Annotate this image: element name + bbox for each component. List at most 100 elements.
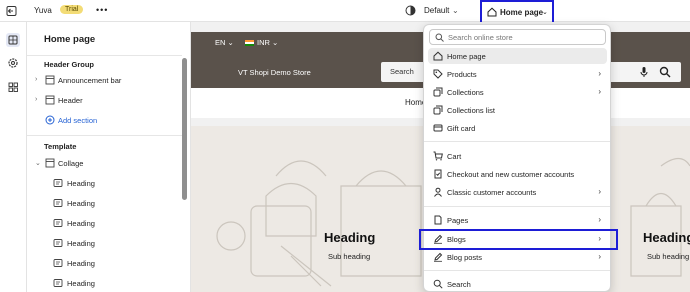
hero-subheading[interactable]: Sub heading: [647, 252, 689, 261]
menu-search-placeholder: Search online store: [448, 33, 513, 42]
sidebar-item-heading[interactable]: Heading: [35, 197, 183, 211]
sidebar-item-label: Heading: [67, 179, 95, 188]
divider: [27, 135, 182, 136]
sidebar-item-label: Heading: [67, 239, 95, 248]
chevron-down-icon[interactable]: ⌄: [35, 159, 41, 167]
menu-item-products[interactable]: Products ›: [428, 66, 607, 82]
section-icon: [45, 95, 55, 105]
sidebar-item-label: Announcement bar: [58, 76, 122, 85]
menu-item-cart[interactable]: Cart: [428, 148, 607, 164]
menu-item-label: Search: [447, 280, 471, 289]
menu-item-checkout[interactable]: Checkout and new customer accounts: [428, 166, 607, 182]
home-icon: [433, 51, 443, 61]
tag-icon: [433, 69, 443, 79]
menu-item-label: Pages: [447, 216, 469, 225]
more-icon[interactable]: •••: [96, 5, 108, 15]
theme-icon[interactable]: [405, 5, 416, 16]
hero-subheading[interactable]: Sub heading: [328, 252, 370, 261]
add-section-button[interactable]: Add section: [35, 114, 183, 128]
menu-item-collections[interactable]: Collections ›: [428, 84, 607, 100]
sidebar-item-label: Header: [58, 96, 83, 105]
sidebar-item-label: Collage: [58, 159, 84, 168]
chevron-right-icon: ›: [598, 87, 601, 96]
chevron-down-icon: ⌄: [542, 9, 548, 16]
menu-divider: [424, 270, 610, 271]
cart-icon: [433, 151, 443, 161]
header-group-label: Header Group: [44, 60, 95, 69]
menu-item-pages[interactable]: Pages ›: [428, 212, 607, 228]
sidebar-item-announcement-bar[interactable]: › Announcement bar: [35, 74, 183, 88]
menu-item-label: Blog posts: [447, 253, 483, 262]
menu-item-label: Home page: [447, 52, 486, 61]
menu-item-label: Classic customer accounts: [447, 188, 537, 197]
apps-icon[interactable]: [6, 80, 20, 94]
sidebar-item-heading[interactable]: Heading: [35, 277, 183, 291]
india-flag-icon: [245, 40, 254, 47]
sidebar-item-label: Heading: [67, 259, 95, 268]
add-section-label: Add section: [58, 116, 98, 125]
menu-search-input[interactable]: Search online store: [429, 29, 606, 45]
settings-gear-icon[interactable]: [6, 56, 20, 70]
editor-top-bar: Yuva Trial ••• Default ⌄ Home page ⌄: [0, 0, 690, 30]
hero-heading[interactable]: Heading: [643, 230, 690, 245]
menu-item-label: Collections list: [447, 106, 495, 115]
menu-item-label: Cart: [447, 152, 462, 161]
menu-item-label: Collections: [447, 88, 484, 97]
search-icon: [435, 33, 444, 42]
menu-item-classic-customer-accounts[interactable]: Classic customer accounts ›: [428, 184, 607, 200]
gift-card-icon: [433, 124, 443, 132]
menu-item-gift-card[interactable]: Gift card: [428, 120, 607, 136]
sidebar-item-heading[interactable]: Heading: [35, 257, 183, 271]
chevron-right-icon: ›: [598, 215, 601, 224]
block-icon: [53, 279, 63, 287]
sidebar-item-label: Heading: [67, 219, 95, 228]
section-icon: [45, 158, 55, 168]
currency-selector[interactable]: INR ⌄: [245, 38, 278, 47]
sidebar-scrollbar[interactable]: [182, 58, 187, 200]
menu-item-home-page[interactable]: Home page: [428, 48, 607, 64]
microphone-icon[interactable]: [639, 66, 649, 78]
icon-rail: [0, 22, 27, 292]
menu-item-blog-posts[interactable]: Blog posts ›: [428, 249, 607, 265]
block-icon: [53, 239, 63, 247]
section-icon: [45, 75, 55, 85]
page-selector-label: Home page: [500, 8, 544, 17]
search-icon: [433, 279, 443, 289]
store-name[interactable]: Yuva: [34, 6, 52, 15]
chevron-right-icon[interactable]: ›: [35, 96, 37, 103]
sidebar-item-label: Heading: [67, 279, 95, 288]
sidebar-item-heading[interactable]: Heading: [35, 237, 183, 251]
block-icon: [53, 259, 63, 267]
collections-icon: [433, 105, 443, 115]
menu-divider: [424, 206, 610, 207]
sidebar-title: Home page: [44, 34, 96, 45]
search-placeholder: Search: [390, 67, 414, 76]
trial-badge: Trial: [60, 5, 84, 14]
store-title[interactable]: VT Shopi Demo Store: [238, 68, 311, 77]
hero-heading[interactable]: Heading: [324, 230, 375, 245]
language-selector[interactable]: EN ⌄: [215, 38, 234, 47]
sidebar-item-heading[interactable]: Heading: [35, 217, 183, 231]
menu-item-collections-list[interactable]: Collections list: [428, 102, 607, 118]
sidebar-item-heading[interactable]: Heading: [35, 177, 183, 191]
chevron-right-icon: ›: [598, 187, 601, 196]
menu-item-search[interactable]: Search: [428, 276, 607, 292]
menu-item-label: Products: [447, 70, 477, 79]
chevron-right-icon[interactable]: ›: [35, 76, 37, 83]
template-label: Template: [44, 142, 77, 151]
home-icon: [487, 7, 497, 17]
sidebar-item-label: Heading: [67, 199, 95, 208]
menu-item-label: Checkout and new customer accounts: [447, 170, 575, 179]
blogs-highlight-box: [419, 229, 618, 250]
sections-icon[interactable]: [6, 33, 20, 47]
menu-item-label: Gift card: [447, 124, 476, 133]
exit-icon[interactable]: [6, 5, 18, 17]
collections-icon: [433, 87, 443, 97]
plus-circle-icon: [45, 115, 55, 125]
sidebar-item-header[interactable]: › Header: [35, 94, 183, 108]
block-icon: [53, 179, 63, 187]
search-icon[interactable]: [659, 66, 671, 78]
theme-select[interactable]: Default: [424, 6, 449, 15]
chevron-down-icon[interactable]: ⌄: [452, 6, 459, 15]
sidebar-item-collage[interactable]: ⌄ Collage: [35, 157, 183, 171]
